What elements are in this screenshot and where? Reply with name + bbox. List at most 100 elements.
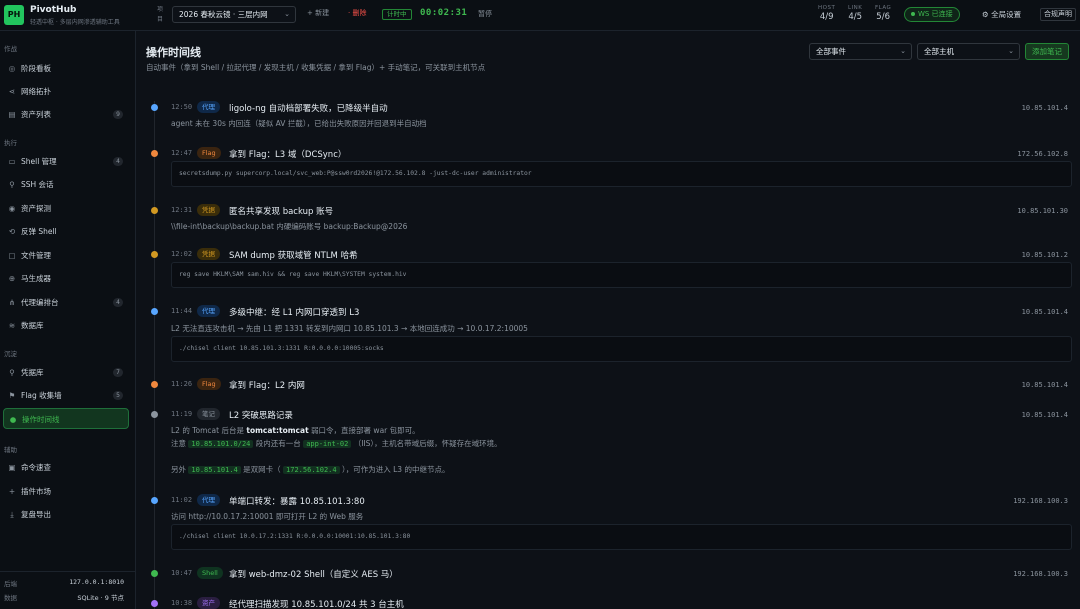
timer-status-badge: 计时中: [382, 9, 412, 20]
sidebar-item-database[interactable]: ≋ 数据库: [3, 315, 129, 336]
event-host: 10.85.101.4: [1021, 308, 1068, 316]
event-dot-icon: [151, 600, 158, 607]
event-host: 192.168.100.3: [1013, 497, 1068, 505]
sidebar-item-files[interactable]: ▢ 文件管理: [3, 245, 129, 266]
list-icon: ▤: [8, 110, 16, 119]
event-host: 172.56.102.8: [1017, 150, 1068, 158]
status-dot-icon: [911, 12, 915, 16]
stat-flag-key: FLAG: [875, 5, 892, 11]
network-icon: ⋔: [8, 298, 16, 307]
sidebar-item-payload-gen[interactable]: ⊕ 马生成器: [3, 268, 129, 289]
event-dot-icon: [151, 570, 158, 577]
event-title: 经代理扫描发现 10.85.101.0/24 共 3 台主机: [229, 600, 404, 609]
event-title: ligolo-ng 自动档部署失败，已降级半自动: [229, 104, 388, 114]
host-filter-select[interactable]: 全部主机 ⌄: [917, 43, 1020, 60]
pause-button[interactable]: 暂停: [478, 9, 492, 19]
sidebar-item-topology[interactable]: ⋖ 网络拓扑: [3, 81, 129, 102]
download-icon: ⤓: [10, 510, 14, 519]
sidebar-item-label: 操作时间线: [22, 415, 60, 424]
event-time: 11:26: [171, 380, 193, 388]
sidebar-item-label: 凭据库: [21, 368, 44, 377]
event-filter-select[interactable]: 全部事件 ⌄: [809, 43, 912, 60]
event-host: 10.85.101.4: [1021, 104, 1068, 112]
ws-status-badge: WS 已连接: [904, 7, 960, 22]
event-host: 10.85.101.4: [1021, 381, 1068, 389]
stat-flag: FLAG 5/6: [875, 5, 891, 22]
note-text: 弱口令，直接部署 war 包即可。: [311, 426, 420, 435]
event-dot-icon: [151, 497, 158, 504]
backend-label: 后端: [4, 580, 17, 588]
stat-link: LINK 4/5: [848, 5, 862, 22]
event-dot-icon: [151, 411, 158, 418]
sidebar-item-assets[interactable]: ▤ 资产列表 9: [3, 104, 129, 125]
sidebar-section-title: 辅助: [4, 446, 17, 454]
note-text: 是双网卡（: [243, 465, 281, 474]
sidebar-item-cheatsheet[interactable]: ▣ 命令速查: [3, 457, 129, 478]
event-title: SAM dump 获取域管 NTLM 哈希: [229, 251, 358, 261]
database-icon: ≋: [8, 321, 16, 330]
note-subnet: 10.85.101.0/24: [188, 440, 254, 448]
sidebar-section-title: 沉淀: [4, 350, 17, 358]
delete-project-button[interactable]: · 删除: [348, 8, 366, 18]
event-command: ./chisel client 10.85.101.3:1331 R:0.0.0…: [171, 336, 1072, 362]
event-tag: Flag: [197, 147, 221, 159]
plus-icon: +: [8, 487, 16, 496]
note-hostname: app-int-02: [303, 440, 352, 448]
sidebar-item-label: 复盘导出: [21, 510, 51, 519]
event-title: 拿到 web-dmz-02 Shell（自定义 AES 马）: [229, 570, 398, 580]
sidebar-item-label: 资产探测: [21, 204, 51, 213]
event-dot-icon: [151, 251, 158, 258]
new-project-button[interactable]: + 新建: [307, 8, 329, 18]
event-host: 10.85.101.30: [1017, 207, 1068, 215]
chevron-down-icon: ⌄: [1008, 47, 1014, 55]
event-title: 匿名共享发现 backup 账号: [229, 207, 334, 217]
top-bar: PH PivotHub 轻透中枢 · 多层内网渗透辅助工具 项目 2026 春秋…: [0, 0, 1080, 31]
key-icon: ⚲: [9, 368, 15, 377]
book-icon: ▣: [8, 463, 16, 472]
sidebar-item-dashboard[interactable]: ◎ 阶段看板: [3, 58, 129, 79]
sidebar-item-plugins[interactable]: + 插件市场: [3, 481, 129, 502]
event-host: 10.85.101.4: [1021, 411, 1068, 419]
stat-link-value: 4/5: [848, 12, 863, 22]
share-icon: ⋖: [8, 87, 16, 96]
data-label: 数据: [4, 594, 17, 602]
legal-button[interactable]: 合规声明: [1040, 8, 1076, 21]
note-line: 另外 10.85.101.4 是双网卡（ 172.56.102.4 ），可作为进…: [171, 464, 449, 475]
note-text: 注意: [171, 439, 186, 448]
event-dot-icon: [151, 104, 158, 111]
sidebar-item-credentials[interactable]: ⚲ 凭据库 7: [3, 362, 129, 383]
count-badge: 4: [113, 157, 123, 166]
stat-flag-value: 5/6: [876, 12, 890, 22]
note-line: 注意 10.85.101.0/24 段内还有一台 app-int-02 （IIS…: [171, 438, 502, 449]
sidebar-item-label: Flag 收集墙: [21, 391, 62, 400]
event-tag: 凭据: [197, 204, 220, 216]
app-name: PivotHub: [30, 5, 77, 15]
sidebar-item-reverse-shell[interactable]: ⟲ 反弹 Shell: [3, 221, 129, 242]
project-select[interactable]: 2026 春秋云镜 · 三层内网 ⌄: [172, 6, 296, 23]
event-command: secretsdump.py supercorp.local/svc_web:P…: [171, 161, 1072, 187]
sidebar-item-export[interactable]: ⤓ 复盘导出: [3, 504, 129, 525]
sidebar-item-probe[interactable]: ◉ 资产探测: [3, 198, 129, 219]
event-title: 拿到 Flag：L2 内网: [229, 381, 305, 391]
sidebar-section-title: 作战: [4, 45, 17, 53]
app-subtitle: 轻透中枢 · 多层内网渗透辅助工具: [30, 19, 120, 26]
event-time: 12:47: [171, 149, 193, 157]
stat-host: HOST 4/9: [818, 5, 835, 22]
event-time: 12:50: [171, 103, 193, 111]
event-dot-icon: [151, 207, 158, 214]
event-host: 10.85.101.2: [1021, 251, 1068, 259]
note-credential: tomcat:tomcat: [246, 426, 309, 435]
timeline-axis: [154, 101, 155, 609]
sidebar-item-ssh[interactable]: ⚲ SSH 会话: [3, 174, 129, 195]
settings-button[interactable]: ⚙ 全局设置: [982, 9, 1021, 20]
add-note-button[interactable]: 添加笔记: [1025, 43, 1069, 60]
terminal-icon: ▭: [8, 157, 16, 166]
sidebar-item-shell[interactable]: ▭ Shell 管理 4: [3, 151, 129, 172]
event-title: 多级中继：经 L1 内网口穿透到 L3: [229, 308, 360, 318]
sidebar-section-title: 执行: [4, 139, 17, 147]
chevron-down-icon: ⌄: [284, 10, 290, 18]
sidebar-item-flags[interactable]: ⚑ Flag 收集墙 5: [3, 385, 129, 406]
sidebar-item-proxy[interactable]: ⋔ 代理编排台 4: [3, 292, 129, 313]
event-dot-icon: [151, 150, 158, 157]
sidebar-item-timeline[interactable]: ● 操作时间线: [3, 408, 129, 429]
